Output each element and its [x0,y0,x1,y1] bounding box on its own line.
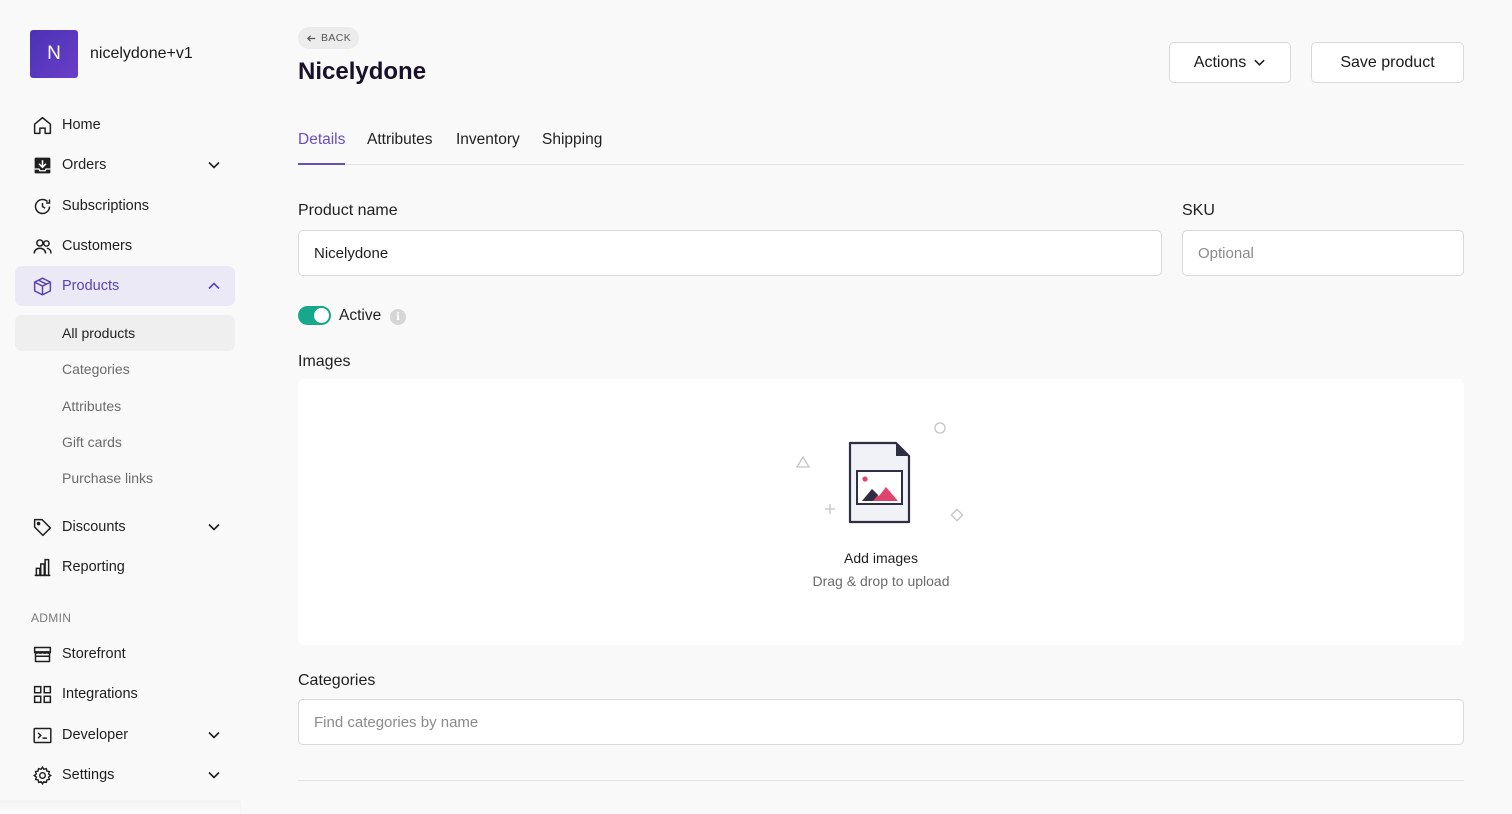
image-file-icon [795,422,964,524]
actions-label: Actions [1193,53,1247,71]
nav-label-storefront: Storefront [62,646,126,662]
tab-bar: Details Attributes Inventory Shipping [298,131,1464,165]
nav-item-customers[interactable]: Customers [15,226,235,266]
save-label: Save product [1340,53,1435,71]
nav-item-settings[interactable]: Settings [15,755,235,795]
toggle-knob [314,308,329,323]
chevron-up-icon[interactable] [207,279,221,293]
store-switcher[interactable]: N nicelydone+v1 [30,30,193,78]
home-icon [31,114,53,136]
chevron-down-icon [1254,59,1265,66]
nav-label-discounts: Discounts [62,519,126,535]
nav-label-settings: Settings [62,767,115,783]
categories-label: Categories [298,672,376,689]
nav-label-orders: Orders [62,157,107,173]
subnav-label: Gift cards [62,434,122,450]
nav-label-subscriptions: Subscriptions [62,198,150,214]
product-name-input[interactable] [298,230,1162,276]
back-button[interactable]: BACK [298,27,360,49]
subnav-categories[interactable]: Categories [15,351,235,387]
back-label: BACK [321,32,352,44]
store-avatar: N [30,30,78,78]
subnav-purchase-links[interactable]: Purchase links [15,460,235,496]
store-name: nicelydone+v1 [90,45,193,62]
arrow-left-icon [306,34,316,42]
tab-attributes[interactable]: Attributes [367,131,432,165]
storefront-icon [31,643,53,665]
nav-item-orders[interactable]: Orders [15,145,235,185]
nav-label-developer: Developer [62,727,129,743]
subnav-gift-cards[interactable]: Gift cards [15,424,235,460]
image-dropzone[interactable]: Add images Drag & drop to upload [298,379,1464,645]
subnav-attributes[interactable]: Attributes [15,388,235,424]
grid-icon [31,683,53,705]
tab-details[interactable]: Details [298,131,346,165]
sidebar: N nicelydone+v1 Home Orders Subscription… [0,0,250,814]
subnav-label: All products [62,325,136,341]
section-divider [298,780,1464,781]
page-title: Nicelydone [298,58,427,85]
chevron-down-icon[interactable] [207,520,221,534]
nav-item-reporting[interactable]: Reporting [15,547,235,587]
subnav-label: Attributes [62,398,122,414]
terminal-icon [31,724,53,746]
drag-drop-hint: Drag & drop to upload [812,573,950,589]
gear-icon [31,764,53,786]
nav-item-discounts[interactable]: Discounts [15,507,235,547]
nav-item-home[interactable]: Home [15,105,235,145]
subnav-all-products[interactable]: All products [15,315,235,351]
users-icon [31,235,53,257]
nav-item-products[interactable]: Products [15,266,235,306]
categories-search-input[interactable] [298,699,1464,745]
nav-label-customers: Customers [62,238,133,254]
nav-label-integrations: Integrations [62,686,138,702]
nav-item-subscriptions[interactable]: Subscriptions [15,186,235,226]
package-icon [31,275,53,297]
nav-item-integrations[interactable]: Integrations [15,674,235,714]
save-product-button[interactable]: Save product [1311,42,1464,83]
sku-input[interactable] [1182,230,1464,276]
add-images-text: Add images [844,550,918,566]
images-label: Images [298,353,351,370]
nav-label-reporting: Reporting [62,559,125,575]
active-toggle[interactable] [298,306,331,325]
refresh-clock-icon [31,195,53,217]
sku-label: SKU [1182,202,1215,219]
subnav-label: Categories [62,361,130,377]
active-label: Active [339,307,382,324]
actions-dropdown-button[interactable]: Actions [1169,42,1291,83]
nav-item-storefront[interactable]: Storefront [15,634,235,674]
admin-section-label: ADMIN [31,611,72,625]
chevron-down-icon[interactable] [207,728,221,742]
chevron-down-icon[interactable] [207,158,221,172]
nav-label-home: Home [62,117,101,133]
bar-chart-icon [31,556,53,578]
inbox-download-icon [31,154,53,176]
subnav-label: Purchase links [62,470,154,486]
sidebar-footer-shadow [0,802,240,814]
product-name-label: Product name [298,202,398,219]
nav-label-products: Products [62,278,120,294]
tag-icon [31,516,53,538]
info-icon[interactable]: i [390,309,406,325]
chevron-down-icon[interactable] [207,768,221,782]
nav-item-developer[interactable]: Developer [15,715,235,755]
tab-inventory[interactable]: Inventory [456,131,520,165]
tab-shipping[interactable]: Shipping [542,131,602,165]
